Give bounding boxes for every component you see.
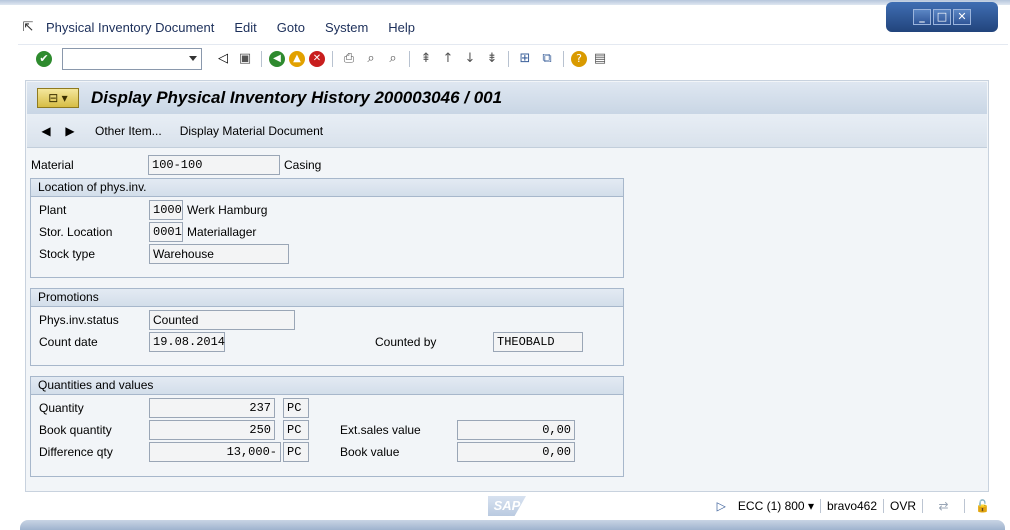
cancel-icon[interactable]: ✕ (309, 50, 325, 67)
command-field[interactable] (62, 47, 202, 70)
menu-help[interactable]: Help (388, 20, 415, 35)
quantity-unit-field[interactable]: PC (283, 398, 309, 418)
storage-location-label: Stor. Location (39, 225, 113, 239)
customize-layout-icon[interactable]: ▤ (591, 50, 609, 68)
back-icon[interactable]: ◀ (269, 50, 285, 67)
book-quantity-field[interactable]: 250 (149, 420, 275, 440)
phys-inv-status-field[interactable]: Counted (149, 310, 295, 330)
window-top-border (0, 0, 1010, 5)
previous-item-icon[interactable]: ◀ (39, 124, 53, 138)
material-label: Material (31, 158, 74, 172)
help-icon[interactable]: ? (571, 50, 587, 67)
other-item-button[interactable]: Other Item... (95, 124, 162, 138)
find-next-icon[interactable]: ⌕ (384, 50, 402, 68)
window-bottom-border (20, 520, 1005, 530)
difference-qty-label: Difference qty (39, 445, 113, 459)
next-item-icon[interactable]: ▶ (63, 124, 77, 138)
previous-page-icon[interactable]: ↑ (439, 50, 457, 68)
connection-icon: ⇄ (929, 499, 966, 513)
minimize-button[interactable]: _ (913, 9, 931, 25)
menu-exit-icon[interactable]: ⇱ (18, 17, 38, 37)
location-group-heading: Location of phys.inv. (31, 179, 623, 197)
toolbar-separator (508, 50, 509, 67)
maximize-button[interactable]: □ (933, 9, 951, 25)
close-button[interactable]: ✕ (953, 9, 971, 25)
counted-by-label: Counted by (375, 335, 437, 349)
quantity-label: Quantity (39, 401, 84, 415)
material-field[interactable]: 100-100 (148, 155, 280, 175)
stock-type-field[interactable]: Warehouse (149, 244, 289, 264)
book-value-field[interactable]: 0,00 (457, 442, 575, 462)
standard-toolbar: ✔ ◁ ▣ ◀ ▲ ✕ ⎙ ⌕ ⌕ ⇞ ↑ ↓ ⇟ ⊞ ⧉ ? ▤ (18, 44, 1008, 72)
location-group: Location of phys.inv. Plant 1000 Werk Ha… (30, 178, 624, 278)
plant-label: Plant (39, 203, 67, 217)
quantities-group: Quantities and values Quantity 237 PC Bo… (30, 376, 624, 477)
save-icon[interactable]: ▣ (236, 50, 254, 68)
plant-description: Werk Hamburg (187, 203, 268, 217)
title-band: ⊟ ▾ Display Physical Inventory History 2… (27, 82, 987, 114)
difference-qty-field[interactable]: 13,000- (149, 442, 281, 462)
plant-field[interactable]: 1000 (149, 200, 183, 220)
storage-location-description: Materiallager (187, 225, 257, 239)
window-controls: _ □ ✕ (886, 2, 998, 32)
next-page-icon[interactable]: ↓ (461, 50, 479, 68)
last-page-icon[interactable]: ⇟ (483, 50, 501, 68)
chevron-down-icon[interactable] (189, 55, 197, 61)
status-bar: SAP ▷ ECC (1) 800 ▾ bravo462 OVR ⇄ 🔓 (18, 494, 1008, 518)
promotions-group: Promotions Phys.inv.status Counted Count… (30, 288, 624, 366)
ext-sales-value-label: Ext.sales value (340, 423, 421, 437)
page-title: Display Physical Inventory History 20000… (91, 88, 503, 107)
new-session-icon[interactable]: ⊞ (516, 50, 534, 68)
first-page-icon[interactable]: ⇞ (417, 50, 435, 68)
count-date-label: Count date (39, 335, 98, 349)
book-quantity-unit-field[interactable]: PC (283, 420, 309, 440)
menu-edit[interactable]: Edit (234, 20, 256, 35)
toolbar-separator (563, 50, 564, 67)
display-material-document-button[interactable]: Display Material Document (180, 124, 323, 138)
phys-inv-status-label: Phys.inv.status (39, 313, 119, 327)
toolbar-separator (261, 50, 262, 67)
menu-physical-inventory-document[interactable]: Physical Inventory Document (46, 20, 214, 35)
other-document-button[interactable]: ⊟ ▾ (37, 88, 79, 108)
application-toolbar: ◀ ▶ Other Item... Display Material Docum… (27, 114, 987, 148)
difference-qty-unit-field[interactable]: PC (283, 442, 309, 462)
promotions-group-heading: Promotions (31, 289, 623, 307)
count-date-field[interactable]: 19.08.2014 (149, 332, 225, 352)
main-screen: ⊟ ▾ Display Physical Inventory History 2… (25, 80, 989, 492)
shortcut-icon[interactable]: ⧉ (538, 50, 556, 68)
lock-icon: 🔓 (975, 499, 990, 513)
ext-sales-value-field[interactable]: 0,00 (457, 420, 575, 440)
quantity-field[interactable]: 237 (149, 398, 275, 418)
chevron-down-icon: ▾ (807, 499, 814, 513)
exit-icon[interactable]: ▲ (289, 50, 305, 67)
menu-system[interactable]: System (325, 20, 368, 35)
server-name: bravo462 (827, 499, 885, 513)
system-info-text: ECC (1) 800 (737, 499, 805, 513)
collapse-left-icon[interactable]: ◁ (214, 50, 232, 68)
enter-icon[interactable]: ✔ (36, 50, 52, 67)
menu-goto[interactable]: Goto (277, 20, 305, 35)
menu-bar: ⇱ Physical Inventory Document Edit Goto … (18, 14, 435, 40)
book-quantity-label: Book quantity (39, 423, 112, 437)
toolbar-separator (409, 50, 410, 67)
material-description: Casing (284, 158, 322, 172)
input-mode[interactable]: OVR (890, 499, 924, 513)
toolbar-separator (332, 50, 333, 67)
print-icon[interactable]: ⎙ (340, 50, 358, 68)
status-expand-icon[interactable]: ▷ (717, 499, 726, 513)
storage-location-field[interactable]: 0001 (149, 222, 183, 242)
system-info[interactable]: ECC (1) 800 ▾ (738, 499, 821, 513)
quantities-group-heading: Quantities and values (31, 377, 623, 395)
find-icon[interactable]: ⌕ (362, 50, 380, 68)
document-icon: ⊟ ▾ (48, 91, 68, 105)
stock-type-label: Stock type (39, 247, 96, 261)
sap-logo: SAP (488, 496, 526, 516)
counted-by-field[interactable]: THEOBALD (493, 332, 583, 352)
sap-window: _ □ ✕ ⇱ Physical Inventory Document Edit… (0, 0, 1010, 530)
book-value-label: Book value (340, 445, 400, 459)
